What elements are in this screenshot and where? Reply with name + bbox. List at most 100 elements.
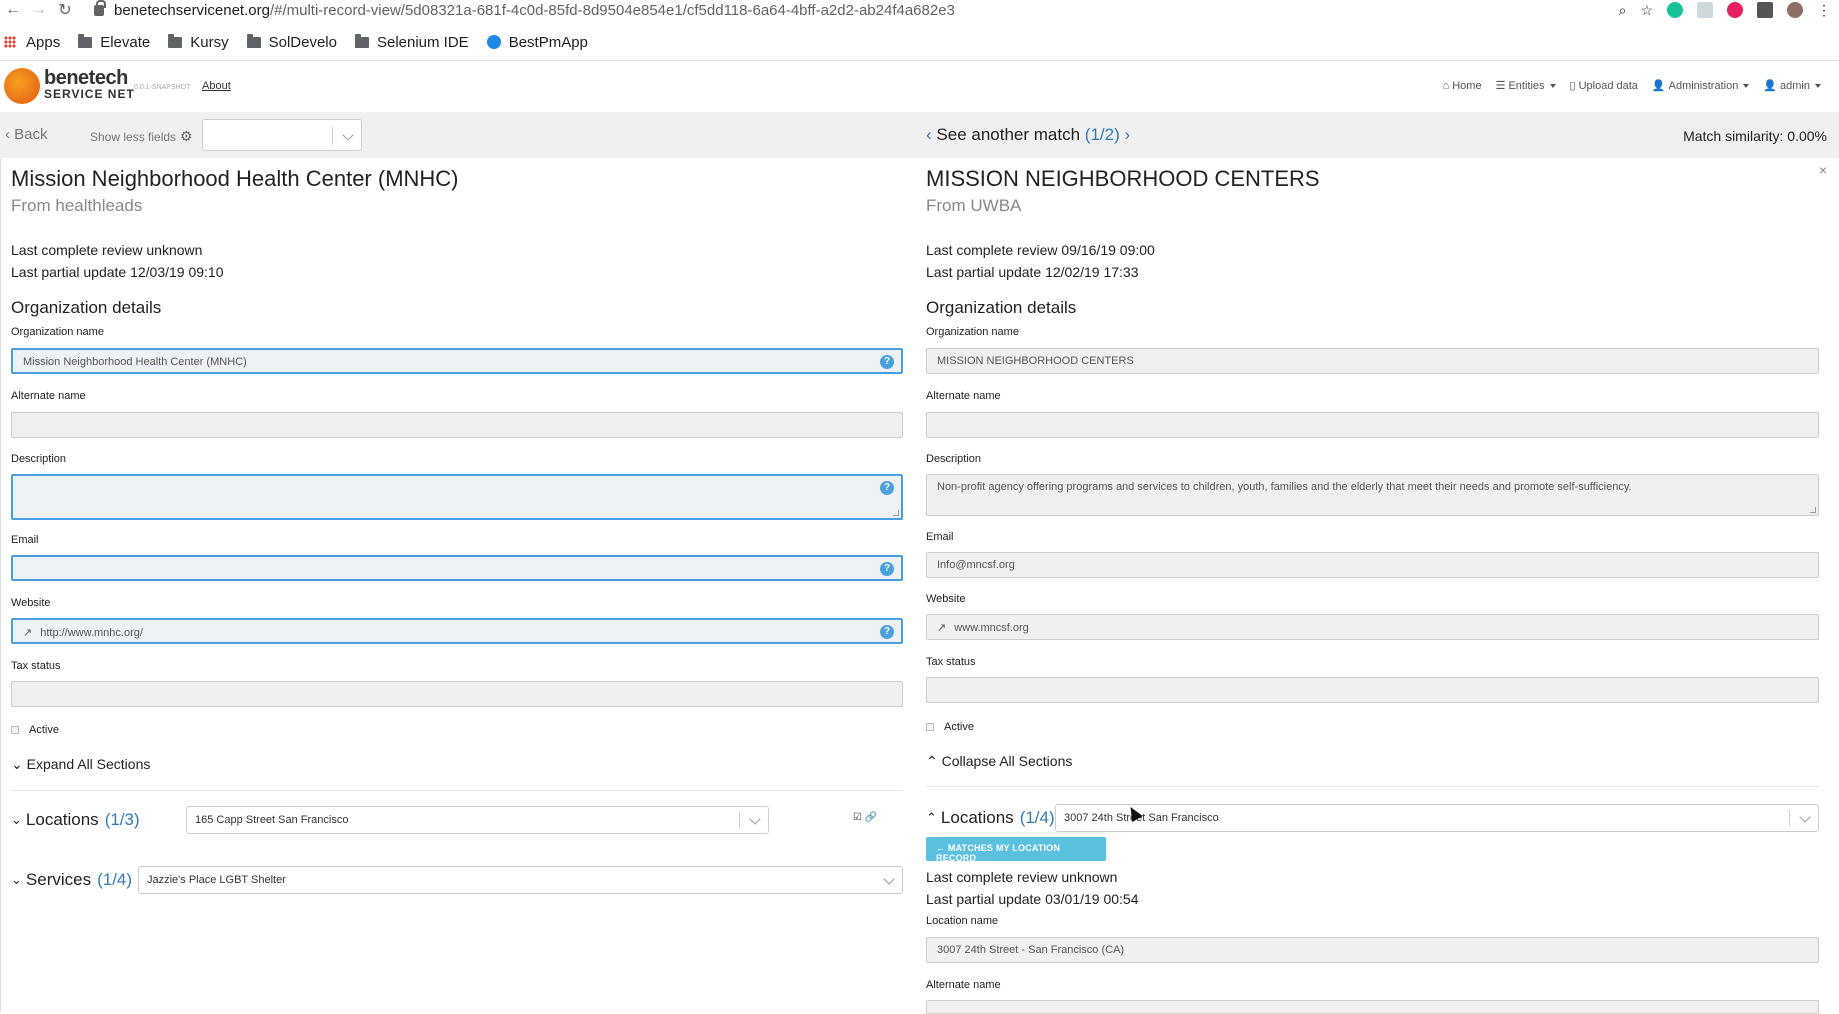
bookmark-bestpmapp[interactable]: BestPmApp — [486, 33, 588, 51]
location-name-field[interactable]: 3007 24th Street - San Francisco (CA) — [926, 937, 1819, 963]
next-match-chevron-icon[interactable]: › — [1125, 125, 1131, 144]
left-source: From healthleads — [11, 196, 143, 215]
left-description-field[interactable]: ? — [11, 474, 903, 520]
about-link[interactable]: About — [202, 80, 231, 92]
left-website-label: Website — [11, 597, 51, 609]
profile-avatar-icon[interactable] — [1787, 2, 1803, 18]
left-description-label: Description — [11, 453, 67, 465]
back-button[interactable]: ‹ Back — [5, 126, 48, 143]
help-icon[interactable]: ? — [880, 355, 894, 369]
left-email-label: Email — [11, 534, 39, 546]
previous-match-chevron-icon[interactable]: ‹ — [926, 125, 932, 144]
caret-down-icon — [1815, 83, 1821, 88]
left-active-checkbox[interactable] — [11, 726, 19, 734]
reload-icon[interactable]: ↻ — [52, 0, 78, 20]
left-services-select[interactable]: Jazzie's Place LGBT Shelter — [138, 866, 903, 894]
external-link-icon[interactable]: ↗ — [23, 626, 32, 639]
apps-grid-icon — [4, 36, 16, 48]
logo-text[interactable]: benetech SERVICE NET — [44, 68, 135, 101]
expand-all-label: Expand All Sections — [26, 756, 151, 772]
right-alt-name-field[interactable] — [926, 412, 1819, 438]
file-icon: ▯ — [1569, 80, 1576, 92]
right-locations-toggle[interactable]: ⌃ Locations (1/4) — [926, 808, 1055, 828]
bookmark-label: BestPmApp — [508, 33, 588, 51]
nav-account[interactable]: 👤 admin — [1763, 79, 1821, 92]
nav-entities-label: Entities — [1508, 79, 1545, 92]
star-icon[interactable]: ☆ — [1640, 2, 1653, 19]
bookmark-selenium-ide[interactable]: Selenium IDE — [354, 33, 469, 51]
folder-icon — [246, 33, 261, 48]
right-last-update: Last partial update 12/02/19 17:33 — [926, 264, 1139, 280]
close-icon[interactable]: × — [1819, 162, 1827, 178]
help-icon[interactable]: ? — [880, 625, 894, 639]
external-link-icon[interactable]: ↗ — [937, 621, 946, 634]
bookmark-label: Selenium IDE — [376, 33, 469, 51]
help-icon[interactable]: ? — [880, 481, 894, 495]
right-website-value: www.mncsf.org — [954, 622, 1029, 634]
back-arrow-icon[interactable]: ← — [0, 1, 26, 19]
zoom-icon[interactable]: ⌕ — [1619, 2, 1627, 19]
show-less-label: Show less fields — [90, 129, 177, 144]
logo-line2: SERVICE NET — [44, 87, 135, 101]
left-tax-status-field[interactable] — [11, 681, 903, 707]
left-services-toggle[interactable]: ⌄ Services (1/4) — [11, 870, 132, 890]
left-website-field[interactable]: ↗ http://www.mnhc.org/? — [11, 618, 903, 644]
right-email-field[interactable]: Info@mncsf.org — [926, 552, 1819, 578]
left-alt-name-field[interactable] — [11, 412, 903, 438]
left-org-name-field[interactable]: Mission Neighborhood Health Center (MNHC… — [11, 348, 903, 374]
forward-arrow-icon[interactable]: → — [26, 1, 52, 19]
bookmark-soldevelo[interactable]: SolDevelo — [246, 33, 337, 51]
grammarly-extension-icon[interactable] — [1667, 2, 1683, 18]
gears-icon: ⚙ — [180, 128, 193, 144]
right-locations-label: Locations — [940, 808, 1014, 827]
link-icon[interactable]: 🔗 — [865, 812, 877, 823]
right-locations-select[interactable]: 3007 24th Street San Francisco — [1055, 804, 1819, 832]
collapse-all-sections[interactable]: ⌃ Collapse All Sections — [926, 753, 1072, 770]
expand-all-sections[interactable]: ⌄ Expand All Sections — [11, 756, 150, 773]
show-less-fields-toggle[interactable]: Show less fields ⚙ — [90, 128, 193, 145]
left-locations-toggle[interactable]: ⌄ Locations (1/3) — [11, 810, 140, 830]
version-label: 0.0.1-SNAPSHOT — [134, 84, 191, 91]
nav-administration[interactable]: 👤 Administration — [1652, 79, 1750, 92]
fields-select[interactable] — [202, 119, 362, 151]
bookmark-elevate[interactable]: Elevate — [78, 33, 150, 51]
benetech-logo-icon[interactable] — [4, 68, 40, 104]
clipboard-extension-icon[interactable] — [1697, 2, 1713, 18]
right-org-name-field[interactable]: MISSION NEIGHBORHOOD CENTERS — [926, 348, 1819, 374]
url-host: benetechservicenet.org — [114, 1, 270, 19]
red-extension-icon[interactable] — [1727, 2, 1743, 18]
right-active-checkbox[interactable] — [926, 723, 934, 731]
bookmarks-bar: Apps Elevate Kursy SolDevelo Selenium ID… — [0, 28, 1839, 56]
chevron-down-icon: ⌄ — [11, 756, 23, 772]
bookmark-apps[interactable]: Apps — [4, 34, 60, 51]
nav-upload-data[interactable]: ▯ Upload data — [1569, 79, 1638, 93]
browser-menu-icon[interactable]: ⋮ — [1817, 2, 1831, 19]
left-locations-select[interactable]: 165 Capp Street San Francisco — [186, 806, 769, 834]
folder-icon — [354, 33, 369, 48]
user-icon: 👤 — [1763, 80, 1778, 92]
left-email-field[interactable]: ? — [11, 555, 903, 581]
nav-entities[interactable]: ☰ Entities — [1496, 79, 1556, 92]
resize-handle-icon[interactable] — [1810, 507, 1816, 513]
selenium-extension-icon[interactable] — [1757, 2, 1773, 18]
right-active-row: Active — [926, 721, 974, 733]
right-alt-name-label: Alternate name — [926, 390, 1001, 402]
chevron-up-icon: ⌃ — [926, 810, 937, 825]
nav-home[interactable]: ⌂ Home — [1443, 79, 1482, 92]
right-website-field[interactable]: ↗ www.mncsf.org — [926, 614, 1819, 640]
left-last-review: Last complete review unknown — [11, 242, 203, 258]
chevron-down-icon — [749, 813, 761, 825]
divider — [11, 790, 903, 791]
matches-my-location-button[interactable]: ← MATCHES MY LOCATION RECORD — [926, 837, 1106, 863]
location-match-icons: ☑ 🔗 — [853, 812, 877, 823]
url-text[interactable]: benetechservicenet.org/#/multi-record-vi… — [114, 2, 955, 19]
right-description-field[interactable]: Non-profit agency offering programs and … — [926, 474, 1819, 516]
right-tax-status-field[interactable] — [926, 677, 1819, 703]
help-icon[interactable]: ? — [880, 562, 894, 576]
bookmark-kursy[interactable]: Kursy — [168, 33, 229, 51]
resize-handle-icon[interactable] — [893, 510, 899, 516]
checkbox-icon[interactable]: ☑ — [853, 812, 862, 823]
left-alt-name-label: Alternate name — [11, 390, 86, 402]
app-header: benetech SERVICE NET 0.0.1-SNAPSHOT Abou… — [0, 60, 1839, 112]
record-toolbar: ‹ Back Show less fields ⚙ ‹ See another m… — [0, 112, 1839, 158]
